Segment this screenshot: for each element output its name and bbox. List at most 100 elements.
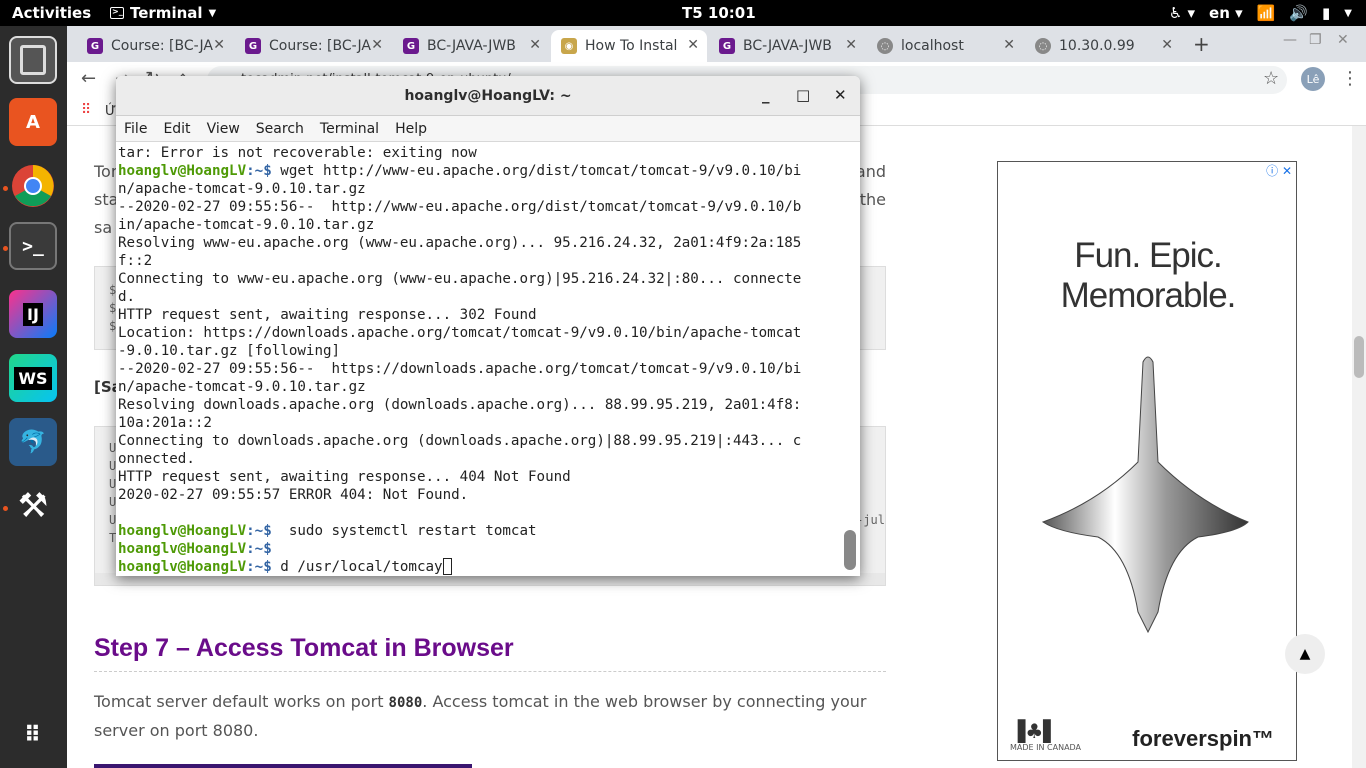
tab-label: localhost — [901, 38, 964, 54]
close-icon[interactable]: ✕ — [845, 37, 857, 53]
made-in-canada-badge: ▐♣▌ MADE IN CANADA — [1010, 719, 1081, 752]
apps-icon[interactable]: ⠿ — [81, 102, 91, 118]
system-tools-icon[interactable]: ⚒ — [9, 482, 57, 530]
show-apps-icon[interactable]: ⠿ — [9, 712, 57, 760]
close-icon[interactable]: ✕ — [529, 37, 541, 53]
browser-tab[interactable]: ◌ 10.30.0.99 ✕ — [1025, 30, 1181, 62]
code-line: -jul — [856, 513, 885, 527]
webstorm-icon[interactable]: WS — [9, 354, 57, 402]
globe-icon: ◌ — [1035, 38, 1051, 54]
command-input[interactable]: d /usr/local/tomcay — [272, 559, 442, 575]
button-strip[interactable] — [94, 764, 472, 768]
intellij-label: IJ — [23, 302, 43, 326]
close-window-button[interactable]: ✕ — [1337, 32, 1349, 48]
bookmark-item[interactable]: Ứ — [105, 104, 116, 119]
prompt-user: hoanglv@HoangLV — [118, 163, 247, 179]
port-number: 8080 — [388, 695, 423, 711]
tab-favicon-icon: G — [403, 38, 419, 54]
prompt-path: :~$ — [246, 559, 272, 575]
menu-edit[interactable]: Edit — [163, 121, 190, 137]
menu-help[interactable]: Help — [395, 121, 427, 137]
maximize-button[interactable]: ❐ — [1309, 32, 1322, 48]
terminal-screen[interactable]: tar: Error is not recoverable: exiting n… — [116, 142, 860, 576]
browser-tab[interactable]: G BC-JAVA-JWB ✕ — [393, 30, 549, 62]
browser-tab[interactable]: G BC-JAVA-JWB ✕ — [709, 30, 865, 62]
text-line: and — [855, 162, 886, 181]
paragraph-2: Tomcat server default works on port 8080… — [94, 688, 886, 745]
dock: A >_ IJ WS 🐬 ⚒ ⠿ — [0, 26, 67, 768]
menu-search[interactable]: Search — [256, 121, 304, 137]
tab-label: 10.30.0.99 — [1059, 38, 1135, 54]
terminal-icon[interactable]: >_ — [9, 222, 57, 270]
app-store-icon[interactable]: A — [9, 98, 57, 146]
prompt-path: :~$ — [246, 523, 272, 539]
mysql-workbench-icon[interactable]: 🐬 — [9, 418, 57, 466]
prompt-user: hoanglv@HoangLV — [118, 559, 247, 575]
maximize-button[interactable]: □ — [796, 86, 810, 104]
intellij-icon[interactable]: IJ — [9, 290, 57, 338]
ad-headline-line: Memorable. — [1060, 276, 1237, 315]
maple-leaf-icon: ▐♣▌ — [1010, 719, 1059, 743]
ad-headline-line: Fun. Epic. — [1074, 236, 1223, 275]
page-scrollbar[interactable] — [1352, 126, 1366, 768]
terminal-title: hoanglv@HoangLV: ~ — [404, 88, 572, 104]
avatar[interactable]: Lê — [1301, 67, 1325, 91]
battery-icon: ▮ — [1322, 4, 1331, 22]
browser-tab-active[interactable]: ◉ How To Instal ✕ — [551, 30, 707, 62]
prompt-user: hoanglv@HoangLV — [118, 523, 247, 539]
tab-label: Course: [BC-JA — [111, 38, 213, 54]
menu-file[interactable]: File — [124, 121, 147, 137]
clock[interactable]: T5 10:01 — [682, 4, 756, 22]
ad-headline: Fun. Epic. Memorable. — [998, 236, 1298, 316]
ad-choices-icon[interactable]: ⓘ ✕ — [1266, 162, 1292, 179]
menu-view[interactable]: View — [207, 121, 240, 137]
close-icon[interactable]: ✕ — [687, 37, 699, 53]
output-block: n/apache-tomcat-9.0.10.tar.gz --2020-02-… — [118, 181, 802, 503]
ad-brand: foreverspin™ — [1132, 726, 1274, 751]
globe-icon: ◌ — [877, 38, 893, 54]
prompt-path: :~$ — [246, 163, 272, 179]
back-button[interactable]: ← — [81, 68, 96, 89]
close-icon[interactable]: ✕ — [1161, 37, 1173, 53]
terminal-menubar: File Edit View Search Terminal Help — [116, 116, 860, 142]
files-icon[interactable] — [9, 36, 57, 84]
minimize-button[interactable]: — — [1283, 32, 1297, 48]
tab-favicon-icon: ◉ — [561, 38, 577, 54]
advertisement[interactable]: ⓘ ✕ Fun. Epic. Memorable. ▐♣▌ MADE IN CAN… — [997, 161, 1297, 761]
prompt-user: hoanglv@HoangLV — [118, 541, 247, 557]
bookmark-star-icon[interactable]: ☆ — [1263, 68, 1279, 89]
scroll-to-top-button[interactable]: ▲ — [1285, 634, 1325, 674]
gnome-top-bar: Activities >_ Terminal ▼ T5 10:01 ♿ ▾ en… — [0, 0, 1366, 26]
close-icon[interactable]: ✕ — [213, 37, 225, 53]
close-icon[interactable]: ✕ — [371, 37, 383, 53]
webstorm-label: WS — [14, 366, 52, 390]
terminal-scrollbar-thumb[interactable] — [844, 530, 856, 570]
browser-tab[interactable]: G Course: [BC-JA ✕ — [235, 30, 391, 62]
chevron-down-icon: ▼ — [208, 7, 217, 19]
command-text: sudo systemctl restart tomcat — [271, 523, 537, 539]
new-tab-button[interactable]: + — [1193, 32, 1210, 56]
chrome-icon[interactable] — [9, 162, 57, 210]
tab-label: BC-JAVA-JWB — [427, 38, 516, 54]
minimize-button[interactable]: _ — [762, 86, 770, 104]
tab-label: BC-JAVA-JWB — [743, 38, 832, 54]
volume-icon: 🔊 — [1289, 4, 1309, 22]
accessibility-icon[interactable]: ♿ ▾ — [1169, 4, 1195, 22]
tab-label: How To Instal — [585, 38, 678, 54]
chevron-down-icon: ▼ — [1344, 7, 1352, 19]
close-icon[interactable]: ✕ — [1003, 37, 1015, 53]
activities-button[interactable]: Activities — [12, 4, 91, 22]
menu-terminal[interactable]: Terminal — [320, 121, 379, 137]
tab-favicon-icon: G — [245, 38, 261, 54]
browser-tab[interactable]: G Course: [BC-JA ✕ — [77, 30, 233, 62]
close-button[interactable]: ✕ — [834, 86, 847, 104]
more-menu-icon[interactable]: ⋮ — [1341, 68, 1359, 89]
terminal-titlebar[interactable]: hoanglv@HoangLV: ~ _ □ ✕ — [116, 76, 860, 116]
language-indicator[interactable]: en ▾ — [1209, 4, 1243, 22]
scrollbar-thumb[interactable] — [1354, 336, 1364, 378]
text-line: the — [859, 190, 886, 209]
system-tray[interactable]: ♿ ▾ en ▾ 📶 🔊 ▮ ▼ — [1169, 4, 1352, 22]
browser-tab[interactable]: ◌ localhost ✕ — [867, 30, 1023, 62]
app-menu-button[interactable]: >_ Terminal ▼ — [110, 4, 216, 22]
text-span: Tomcat server default works on port — [94, 692, 389, 711]
